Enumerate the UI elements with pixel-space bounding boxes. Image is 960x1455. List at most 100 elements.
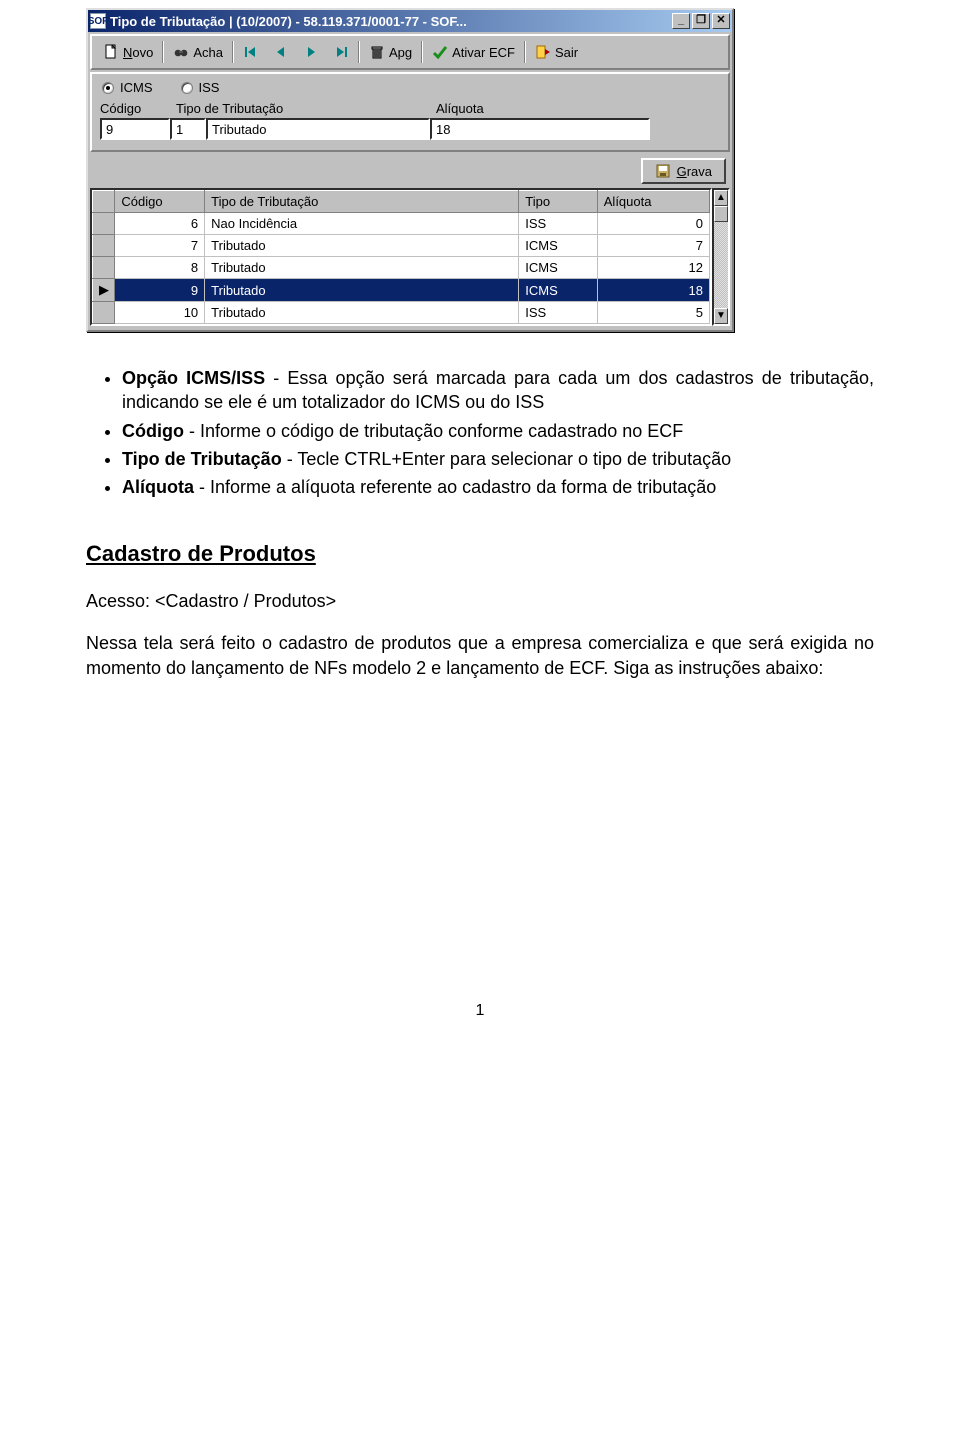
label-codigo: Código — [100, 101, 176, 116]
row-header[interactable] — [93, 235, 115, 257]
close-button[interactable]: ✕ — [712, 13, 730, 29]
bullet-term: Opção ICMS/ISS — [122, 368, 265, 388]
cell-aliquota[interactable]: 0 — [597, 213, 709, 235]
cell-aliquota[interactable]: 12 — [597, 257, 709, 279]
cell-aliquota[interactable]: 5 — [597, 302, 709, 324]
minimize-button[interactable]: _ — [672, 13, 690, 29]
col-header-codigo[interactable]: Código — [115, 191, 205, 213]
bullet-term: Alíquota — [122, 477, 194, 497]
row-header[interactable] — [93, 257, 115, 279]
check-icon — [432, 44, 448, 60]
toolbar-separator — [162, 41, 164, 63]
label-aliquota: Alíquota — [436, 101, 484, 116]
scroll-down-icon[interactable]: ▼ — [714, 308, 728, 324]
paragraph-intro: Nessa tela será feito o cadastro de prod… — [86, 631, 874, 680]
row-header[interactable] — [93, 302, 115, 324]
restore-button[interactable]: ❐ — [692, 13, 710, 29]
cell-tipo[interactable]: ISS — [519, 213, 598, 235]
radio-icon — [102, 82, 114, 94]
nav-prev-button[interactable] — [266, 40, 296, 64]
app-window: SOF Tipo de Tributação | (10/2007) - 58.… — [86, 8, 734, 332]
form-panel: ICMS ISS Código Tipo de Tributação Alíqu… — [90, 72, 730, 152]
ativar-ecf-button[interactable]: Ativar ECF — [425, 40, 522, 64]
sair-label: Sair — [555, 45, 578, 60]
table-row[interactable]: 10TributadoISS5 — [93, 302, 710, 324]
table-row[interactable]: 7TributadoICMS7 — [93, 235, 710, 257]
list-item: Alíquota - Informe a alíquota referente … — [122, 475, 874, 499]
novo-label: Novo — [123, 45, 153, 60]
new-file-icon — [103, 44, 119, 60]
cell-tipo-tributacao[interactable]: Nao Incidência — [205, 213, 519, 235]
titlebar: SOF Tipo de Tributação | (10/2007) - 58.… — [88, 10, 732, 32]
cell-codigo[interactable]: 6 — [115, 213, 205, 235]
save-icon — [655, 163, 671, 179]
bullet-desc: - Tecle CTRL+Enter para selecionar o tip… — [282, 449, 731, 469]
cell-tipo[interactable]: ISS — [519, 302, 598, 324]
radio-iss[interactable]: ISS — [181, 80, 220, 95]
table-row[interactable]: 6Nao IncidênciaISS0 — [93, 213, 710, 235]
toolbar-separator — [524, 41, 526, 63]
col-header-tipo[interactable]: Tipo — [519, 191, 598, 213]
acha-button[interactable]: Acha — [166, 40, 230, 64]
apg-label: Apg — [389, 45, 412, 60]
section-heading: Cadastro de Produtos — [86, 539, 874, 569]
trash-icon — [369, 44, 385, 60]
grava-label: Grava — [677, 164, 712, 179]
cell-tipo[interactable]: ICMS — [519, 257, 598, 279]
input-codigo[interactable]: 9 — [100, 118, 170, 140]
table-row[interactable]: ▶9TributadoICMS18 — [93, 279, 710, 302]
nav-first-button[interactable] — [236, 40, 266, 64]
cell-codigo[interactable]: 9 — [115, 279, 205, 302]
input-tipo-codigo[interactable]: 1 — [170, 118, 206, 140]
cell-codigo[interactable]: 10 — [115, 302, 205, 324]
list-item: Tipo de Tributação - Tecle CTRL+Enter pa… — [122, 447, 874, 471]
radio-icon — [181, 82, 193, 94]
label-tipo-tributacao: Tipo de Tributação — [176, 101, 436, 116]
scroll-up-icon[interactable]: ▲ — [714, 190, 728, 206]
list-item: Código - Informe o código de tributação … — [122, 419, 874, 443]
toolbar-separator — [232, 41, 234, 63]
nav-last-button[interactable] — [326, 40, 356, 64]
cell-codigo[interactable]: 8 — [115, 257, 205, 279]
bullet-list: Opção ICMS/ISS - Essa opção será marcada… — [86, 366, 874, 499]
table-row[interactable]: 8TributadoICMS12 — [93, 257, 710, 279]
acha-label: Acha — [193, 45, 223, 60]
nav-next-button[interactable] — [296, 40, 326, 64]
data-grid[interactable]: Código Tipo de Tributação Tipo Alíquota … — [90, 188, 712, 326]
paragraph-access: Acesso: <Cadastro / Produtos> — [86, 589, 874, 613]
nav-next-icon — [303, 44, 319, 60]
row-header[interactable]: ▶ — [93, 279, 115, 302]
sair-button[interactable]: Sair — [528, 40, 585, 64]
scroll-thumb[interactable] — [714, 206, 728, 222]
cell-tipo[interactable]: ICMS — [519, 279, 598, 302]
vertical-scrollbar[interactable]: ▲ ▼ — [712, 188, 730, 326]
cell-tipo-tributacao[interactable]: Tributado — [205, 279, 519, 302]
input-aliquota[interactable]: 18 — [430, 118, 650, 140]
cell-tipo[interactable]: ICMS — [519, 235, 598, 257]
radio-icms[interactable]: ICMS — [102, 80, 153, 95]
toolbar-separator — [358, 41, 360, 63]
window-title: Tipo de Tributação | (10/2007) - 58.119.… — [110, 14, 672, 29]
cell-tipo-tributacao[interactable]: Tributado — [205, 302, 519, 324]
input-tipo-desc[interactable]: Tributado — [206, 118, 430, 140]
bullet-term: Tipo de Tributação — [122, 449, 282, 469]
ativar-ecf-label: Ativar ECF — [452, 45, 515, 60]
cell-tipo-tributacao[interactable]: Tributado — [205, 257, 519, 279]
novo-button[interactable]: Novo — [96, 40, 160, 64]
cell-aliquota[interactable]: 7 — [597, 235, 709, 257]
bullet-desc: - Informe a alíquota referente ao cadast… — [194, 477, 716, 497]
toolbar-separator — [421, 41, 423, 63]
cell-aliquota[interactable]: 18 — [597, 279, 709, 302]
col-header-aliquota[interactable]: Alíquota — [597, 191, 709, 213]
col-header-tipo-tributacao[interactable]: Tipo de Tributação — [205, 191, 519, 213]
bullet-desc: - Informe o código de tributação conform… — [184, 421, 683, 441]
row-header[interactable] — [93, 213, 115, 235]
list-item: Opção ICMS/ISS - Essa opção será marcada… — [122, 366, 874, 415]
grava-button[interactable]: Grava — [641, 158, 726, 184]
toolbar-panel: Novo Acha — [90, 34, 730, 70]
scroll-track[interactable] — [714, 222, 728, 308]
apg-button[interactable]: Apg — [362, 40, 419, 64]
app-icon: SOF — [90, 13, 106, 29]
cell-codigo[interactable]: 7 — [115, 235, 205, 257]
cell-tipo-tributacao[interactable]: Tributado — [205, 235, 519, 257]
